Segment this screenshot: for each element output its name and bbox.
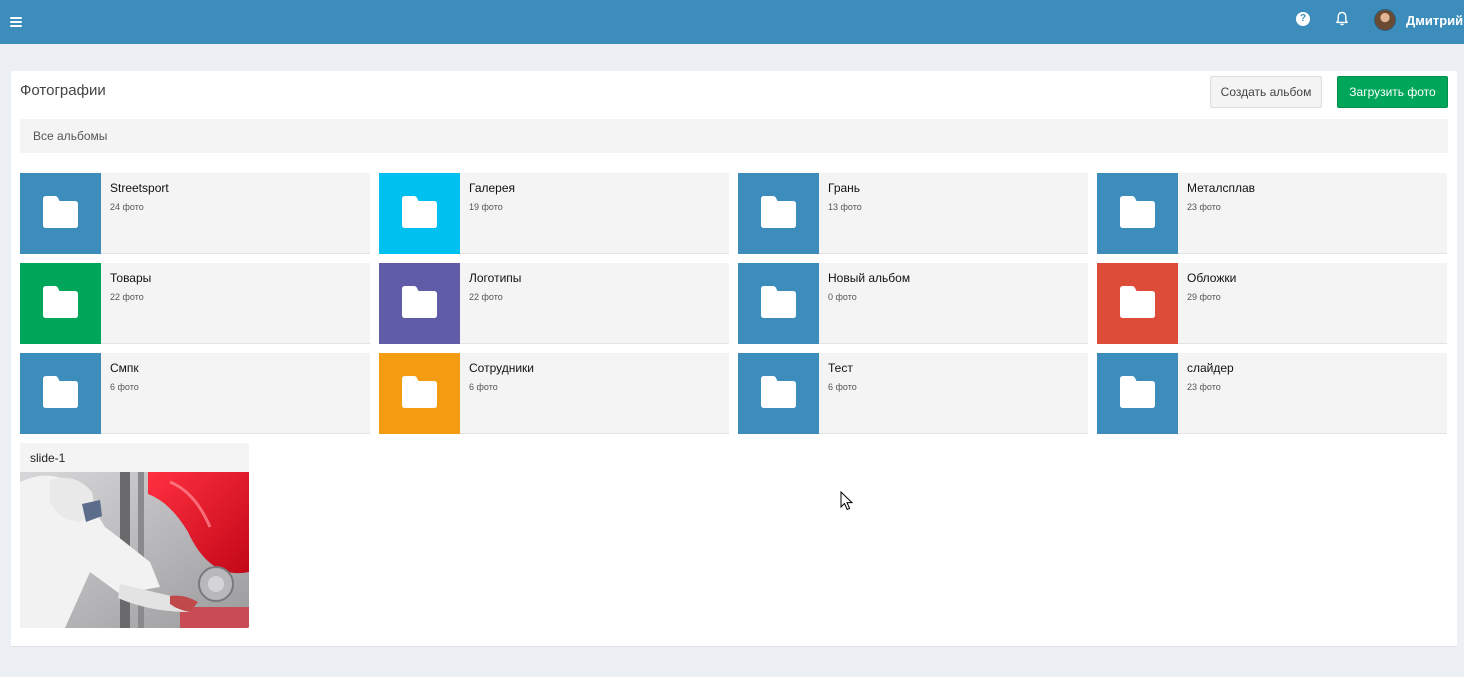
album-photo-count: 19 фото [469, 202, 503, 212]
album-name: Логотипы [469, 271, 522, 285]
photos-panel: Фотографии Создать альбом Загрузить фото… [11, 71, 1457, 647]
album-thumbnail [20, 173, 101, 254]
folder-icon [761, 376, 796, 408]
folder-icon [1120, 376, 1155, 408]
album-thumbnail [738, 173, 819, 254]
album-thumbnail [1097, 263, 1178, 344]
painter-spraying-red-car-photo [20, 472, 249, 628]
album-photo-count: 23 фото [1187, 382, 1221, 392]
album-name: Сотрудники [469, 361, 534, 375]
album-photo-count: 6 фото [469, 382, 498, 392]
album-tile[interactable]: слайдер 23 фото [1097, 353, 1447, 434]
album-photo-count: 6 фото [110, 382, 139, 392]
album-photo-count: 22 фото [469, 292, 503, 302]
album-name: Товары [110, 271, 152, 285]
album-photo-count: 6 фото [828, 382, 857, 392]
album-thumbnail [1097, 173, 1178, 254]
folder-icon [43, 196, 78, 228]
breadcrumb-all-albums[interactable]: Все альбомы [33, 129, 107, 143]
album-photo-count: 22 фото [110, 292, 144, 302]
album-thumbnail [20, 353, 101, 434]
album-tile[interactable]: Товары 22 фото [20, 263, 370, 344]
album-tile[interactable]: Галерея 19 фото [379, 173, 729, 254]
album-thumbnail [1097, 353, 1178, 434]
album-tile[interactable]: Металсплав 23 фото [1097, 173, 1447, 254]
folder-icon [402, 286, 437, 318]
album-name: Обложки [1187, 271, 1237, 285]
create-album-button[interactable]: Создать альбом [1210, 76, 1322, 108]
album-name: Металсплав [1187, 181, 1255, 195]
album-name: Грань [828, 181, 861, 195]
folder-icon [761, 286, 796, 318]
album-tile[interactable]: Логотипы 22 фото [379, 263, 729, 344]
page-title: Фотографии [20, 82, 106, 99]
user-name: Дмитрий [1406, 12, 1464, 28]
album-thumbnail [379, 263, 460, 344]
avatar [1374, 9, 1396, 31]
album-tile[interactable]: Новый альбом 0 фото [738, 263, 1088, 344]
album-thumbnail [20, 263, 101, 344]
mouse-cursor-icon [840, 491, 854, 511]
folder-icon [402, 196, 437, 228]
album-name: слайдер [1187, 361, 1234, 375]
question-circle-icon[interactable]: ? [1296, 12, 1310, 26]
album-thumbnail [738, 353, 819, 434]
breadcrumb: Все альбомы [20, 119, 1448, 153]
album-name: Смпк [110, 361, 139, 375]
photo-card[interactable]: slide-1 [20, 443, 249, 628]
hamburger-menu-icon[interactable] [4, 10, 28, 34]
album-photo-count: 13 фото [828, 202, 862, 212]
album-name: Streetsport [110, 181, 169, 195]
user-menu[interactable]: Дмитрий [1374, 8, 1463, 32]
album-photo-count: 24 фото [110, 202, 144, 212]
folder-icon [43, 376, 78, 408]
album-tile[interactable]: Сотрудники 6 фото [379, 353, 729, 434]
top-navbar: ? Дмитрий [0, 0, 1464, 44]
album-thumbnail [379, 353, 460, 434]
bell-icon[interactable] [1334, 11, 1350, 27]
album-tile[interactable]: Обложки 29 фото [1097, 263, 1447, 344]
album-tile[interactable]: Грань 13 фото [738, 173, 1088, 254]
album-tile[interactable]: Streetsport 24 фото [20, 173, 370, 254]
album-name: Новый альбом [828, 271, 911, 285]
upload-photo-button[interactable]: Загрузить фото [1337, 76, 1448, 108]
album-thumbnail [379, 173, 460, 254]
album-tile[interactable]: Смпк 6 фото [20, 353, 370, 434]
folder-icon [1120, 286, 1155, 318]
album-name: Тест [828, 361, 853, 375]
folder-icon [761, 196, 796, 228]
album-photo-count: 0 фото [828, 292, 857, 302]
album-photo-count: 23 фото [1187, 202, 1221, 212]
album-name: Галерея [469, 181, 516, 195]
album-thumbnail [738, 263, 819, 344]
photo-title: slide-1 [30, 451, 66, 465]
folder-icon [43, 286, 78, 318]
album-photo-count: 29 фото [1187, 292, 1221, 302]
album-tile[interactable]: Тест 6 фото [738, 353, 1088, 434]
folder-icon [402, 376, 437, 408]
folder-icon [1120, 196, 1155, 228]
